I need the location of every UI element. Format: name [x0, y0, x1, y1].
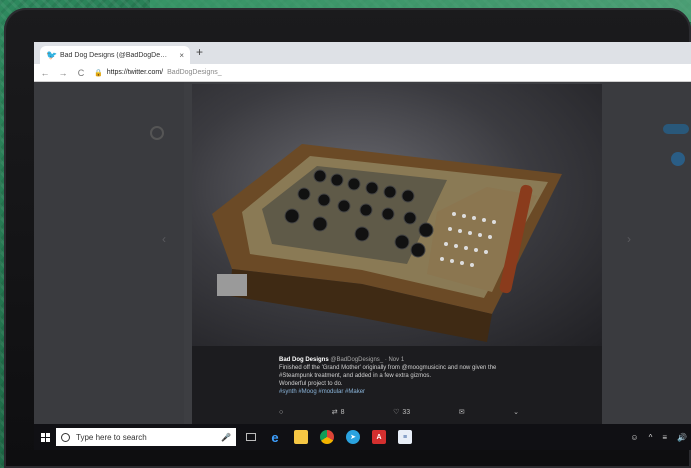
- laptop-bezel: 🐦 Bad Dog Designs (@BadDogDe… × + ← → C …: [4, 8, 691, 468]
- retweet-icon: ⇄: [331, 409, 338, 416]
- pdf-reader-icon[interactable]: A: [372, 430, 386, 444]
- retweet-count: 8: [340, 408, 345, 416]
- tweet-hashtags[interactable]: #synth #Moog #modular #Maker: [279, 388, 579, 396]
- browser-tab-strip: 🐦 Bad Dog Designs (@BadDogDe… × +: [34, 42, 691, 64]
- address-bar[interactable]: 🔒 https://twitter.com/BadDogDesigns_: [94, 69, 222, 77]
- media-viewer: Bad Dog Designs @BadDogDesigns_ · Nov 1 …: [192, 84, 602, 442]
- microphone-icon[interactable]: 🎤: [221, 433, 231, 442]
- like-button[interactable]: ♡ 33: [393, 408, 411, 417]
- new-tab-icon[interactable]: +: [196, 45, 203, 59]
- tweet-author[interactable]: Bad Dog Designs: [279, 357, 329, 363]
- browser-tab[interactable]: 🐦 Bad Dog Designs (@BadDogDe… ×: [40, 46, 190, 64]
- steampunk-synth-image: [212, 144, 562, 342]
- tweet-header: Bad Dog Designs @BadDogDesigns_ · Nov 1: [279, 356, 579, 364]
- url-host: https://twitter.com/: [106, 69, 164, 76]
- user-avatar[interactable]: [671, 152, 685, 166]
- next-arrow-icon[interactable]: ›: [627, 232, 631, 246]
- people-icon[interactable]: ☺: [630, 433, 638, 442]
- back-button[interactable]: ←: [40, 68, 50, 78]
- reply-button[interactable]: ○: [279, 409, 283, 416]
- tweet-photo[interactable]: [192, 84, 602, 346]
- windows-taskbar: Type here to search 🎤 e ➤ A ≡ ☺ ^ ≡ 🔊: [34, 424, 691, 450]
- tab-close-icon[interactable]: ×: [179, 51, 184, 60]
- lock-icon: 🔒: [94, 69, 103, 77]
- more-button[interactable]: ⌄: [513, 408, 519, 416]
- chrome-icon[interactable]: [320, 430, 334, 444]
- tweet-compose-button[interactable]: [663, 124, 689, 134]
- task-view-icon[interactable]: [246, 433, 256, 441]
- start-button[interactable]: [34, 424, 56, 450]
- like-count: 33: [402, 408, 411, 416]
- laptop-screen: 🐦 Bad Dog Designs (@BadDogDe… × + ← → C …: [34, 42, 691, 450]
- document-icon[interactable]: ≡: [398, 430, 412, 444]
- chevron-down-icon: ⌄: [513, 409, 519, 416]
- url-path: BadDogDesigns_: [167, 69, 222, 76]
- tweet-text: Bad Dog Designs @BadDogDesigns_ · Nov 1 …: [279, 356, 579, 396]
- search-placeholder: Type here to search: [76, 432, 147, 442]
- cortana-icon: [61, 432, 70, 442]
- windows-logo-icon: [40, 432, 50, 442]
- previous-arrow-icon[interactable]: ‹: [162, 232, 166, 246]
- edge-icon[interactable]: e: [268, 430, 282, 445]
- network-icon[interactable]: ≡: [662, 433, 667, 442]
- envelope-icon: ✉: [458, 409, 465, 416]
- tweet-handle[interactable]: @BadDogDesigns_ · Nov 1: [330, 357, 404, 363]
- reload-button[interactable]: C: [76, 68, 86, 78]
- forward-button[interactable]: →: [58, 68, 68, 78]
- tweet-line-3: Wonderful project to do.: [279, 381, 343, 387]
- message-button[interactable]: ✉: [459, 408, 465, 416]
- file-explorer-icon[interactable]: [294, 430, 308, 444]
- tweet-line-1: Finished off the 'Grand Mother' original…: [279, 365, 497, 371]
- profile-avatar-icon[interactable]: [150, 126, 164, 140]
- system-tray: ☺ ^ ≡ 🔊: [630, 433, 691, 442]
- tweet-actions: ○ ⇄ 8 ♡ 33 ✉ ⌄: [279, 406, 519, 418]
- retweet-button[interactable]: ⇄ 8: [331, 408, 345, 417]
- reply-icon: ○: [279, 408, 284, 416]
- tab-title: Bad Dog Designs (@BadDogDe…: [60, 51, 168, 59]
- volume-icon[interactable]: 🔊: [677, 433, 687, 442]
- heart-icon: ♡: [393, 409, 400, 416]
- tray-expand-icon[interactable]: ^: [649, 433, 653, 442]
- twitter-bird-icon: 🐦: [46, 49, 58, 60]
- tweet-line-2: #Steampunk treatment, and added in a few…: [279, 373, 432, 379]
- telegram-icon[interactable]: ➤: [346, 430, 360, 444]
- taskbar-search[interactable]: Type here to search 🎤: [56, 428, 236, 446]
- browser-toolbar: ← → C 🔒 https://twitter.com/BadDogDesign…: [34, 64, 691, 82]
